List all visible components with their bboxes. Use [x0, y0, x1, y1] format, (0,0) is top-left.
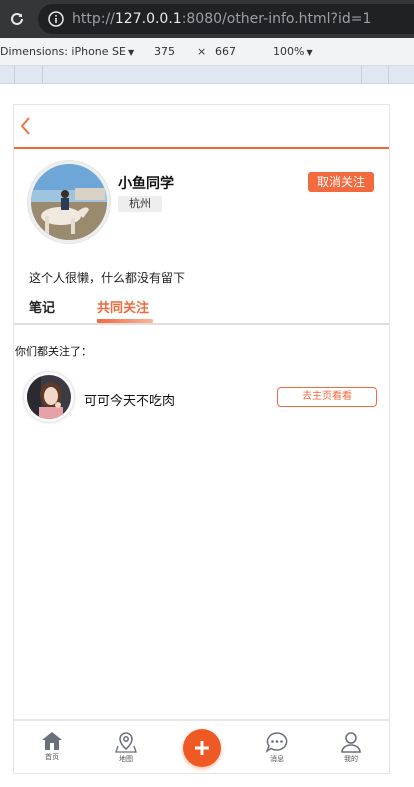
avatar	[28, 161, 110, 243]
phone-viewport: 小鱼同学 杭州 取消关注 这个人很懒，什么都没有留下 笔记 共同关注 你们都关注…	[13, 104, 390, 774]
bottom-nav: 首页 地图 消息 我的	[14, 719, 389, 773]
map-pin-icon	[115, 732, 137, 753]
tab-divider	[14, 323, 389, 325]
media-query-ruler	[0, 66, 414, 84]
top-bar	[14, 105, 389, 149]
reload-icon[interactable]	[0, 0, 34, 38]
city-badge: 杭州	[118, 196, 162, 212]
device-select[interactable]: Dimensions: iPhone SE ▼	[0, 45, 134, 58]
nav-item-messages[interactable]: 消息	[257, 731, 297, 764]
address-bar[interactable]: http://127.0.0.1:8080/other-info.html?id…	[38, 4, 414, 34]
info-icon[interactable]	[48, 11, 64, 27]
user-avatar-image	[27, 375, 71, 419]
tab-notes[interactable]: 笔记	[29, 297, 55, 316]
user-icon	[341, 732, 361, 753]
nav-item-map[interactable]: 地图	[106, 731, 146, 764]
nav-item-home[interactable]: 首页	[32, 731, 72, 762]
tab-common-follow[interactable]: 共同关注	[97, 297, 149, 316]
zoom-select[interactable]: 100% ▼	[273, 45, 313, 58]
unfollow-button[interactable]: 取消关注	[308, 172, 374, 192]
plus-icon	[195, 741, 209, 755]
device-width-input[interactable]: 375	[154, 45, 175, 58]
username: 小鱼同学	[118, 176, 174, 192]
url-text: http://127.0.0.1:8080/other-info.html?id…	[72, 11, 372, 27]
common-follow-heading: 你们都关注了：	[15, 345, 92, 358]
list-item: 可可今天不吃肉 去主页看看	[14, 367, 389, 427]
follow-user-name[interactable]: 可可今天不吃肉	[84, 390, 175, 409]
chat-icon	[265, 732, 288, 753]
chevron-left-icon[interactable]	[18, 115, 34, 137]
add-note-button[interactable]	[183, 729, 221, 767]
dimension-separator: ×	[197, 45, 207, 58]
device-toolbar: Dimensions: iPhone SE ▼ 375 × 667 100% ▼	[0, 38, 414, 66]
home-icon	[42, 732, 62, 750]
nav-item-me[interactable]: 我的	[331, 731, 371, 764]
bio-text: 这个人很懒，什么都没有留下	[29, 271, 186, 285]
avatar[interactable]	[24, 372, 74, 422]
device-height-input[interactable]: 667	[215, 45, 236, 58]
browser-toolbar: http://127.0.0.1:8080/other-info.html?id…	[0, 0, 414, 38]
visit-profile-button[interactable]: 去主页看看	[277, 387, 377, 407]
avatar-image	[31, 164, 107, 240]
